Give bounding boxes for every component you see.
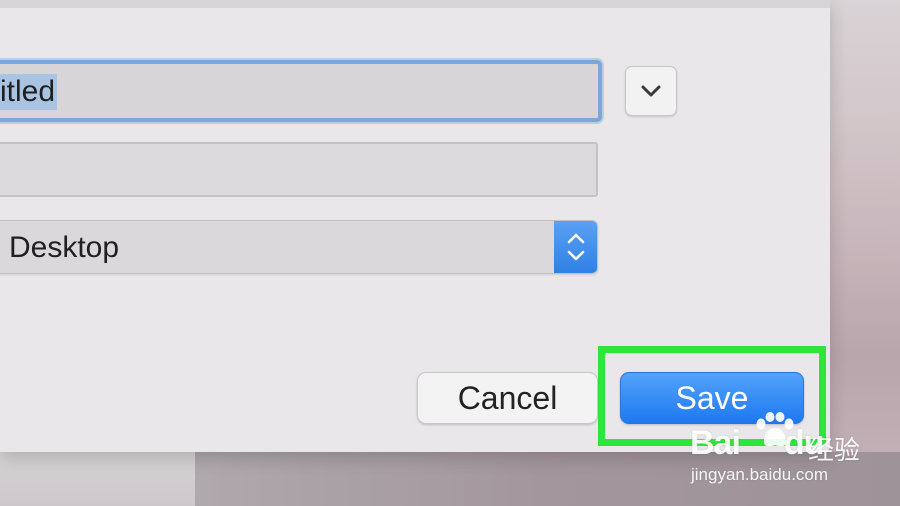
where-location-popup[interactable]: Desktop	[0, 220, 598, 274]
screenshot-stage: itled Desktop Cancel Save Bai du 经验 jing…	[0, 0, 900, 506]
watermark-cn-label: 经验	[808, 435, 861, 465]
where-location-value: Desktop	[9, 231, 120, 264]
window-behind	[0, 452, 195, 506]
dialog-top-edge	[0, 0, 830, 8]
save-as-name-field[interactable]: itled	[0, 60, 602, 122]
baidu-paw-logo	[756, 412, 794, 447]
tags-field[interactable]	[0, 142, 598, 197]
chevron-down-icon	[641, 85, 661, 97]
cancel-button[interactable]: Cancel	[417, 372, 598, 424]
baidu-jingyan-watermark: Bai du 经验 jingyan.baidu.com	[688, 410, 888, 490]
expand-dialog-button[interactable]	[625, 66, 677, 116]
watermark-url: jingyan.baidu.com	[691, 465, 829, 484]
save-as-name-value: itled	[0, 74, 58, 110]
up-down-stepper-icon	[554, 221, 597, 273]
